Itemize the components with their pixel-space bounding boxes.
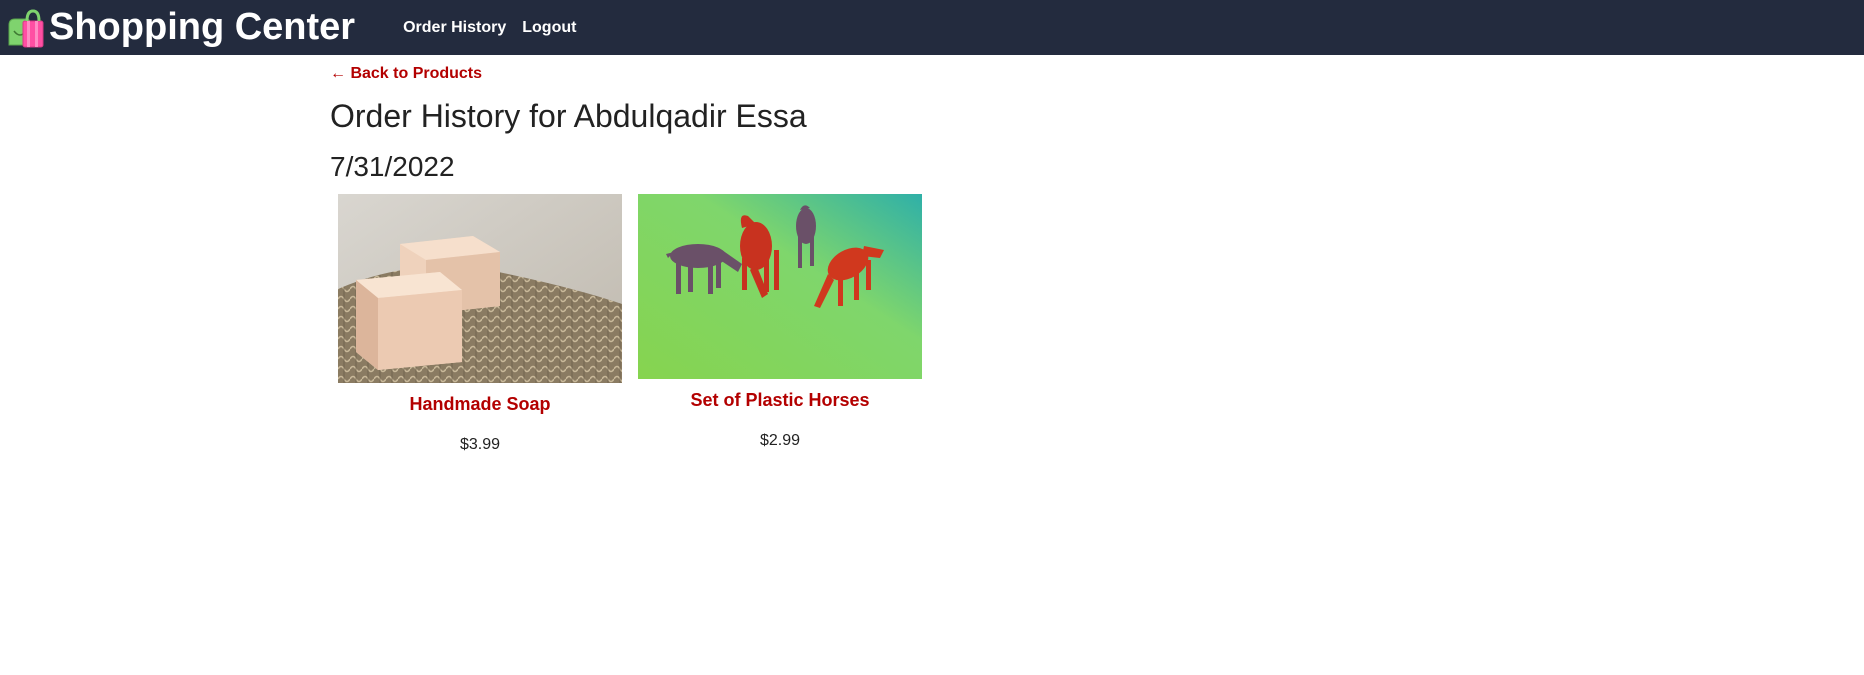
product-name-link[interactable]: Handmade Soap (338, 393, 622, 415)
order-date: 7/31/2022 (330, 151, 455, 182)
product-card: Handmade Soap $3.99 (338, 194, 622, 455)
nav-logout[interactable]: Logout (522, 0, 576, 55)
brand-title: Shopping Center (49, 6, 356, 48)
product-name-link[interactable]: Set of Plastic Horses (638, 389, 922, 411)
product-image-handmade-soap[interactable] (338, 194, 622, 383)
shopping-bag-icon (8, 8, 44, 47)
back-to-products-link[interactable]: ← Back to Products (330, 64, 1230, 84)
navbar: Shopping Center Order History Logout (0, 0, 1864, 55)
main-nav: Order History Logout (403, 0, 576, 55)
page-title: Order History for Abdulqadir Essa (330, 98, 807, 134)
order-products: Handmade Soap $3.99 Set of Plastic Horse… (338, 194, 1230, 455)
brand-link[interactable]: Shopping Center (5, 0, 355, 55)
product-image-plastic-horses[interactable] (638, 194, 922, 379)
product-card: Set of Plastic Horses $2.99 (638, 194, 922, 451)
order-group: 7/31/2022 Handmade Soap $3.99 Set of Pla… (330, 150, 1230, 455)
product-price: $3.99 (459, 436, 501, 453)
product-price: $2.99 (759, 432, 801, 449)
order-history-page: ← Back to Products Order History for Abd… (330, 64, 1230, 455)
nav-order-history[interactable]: Order History (403, 0, 506, 55)
